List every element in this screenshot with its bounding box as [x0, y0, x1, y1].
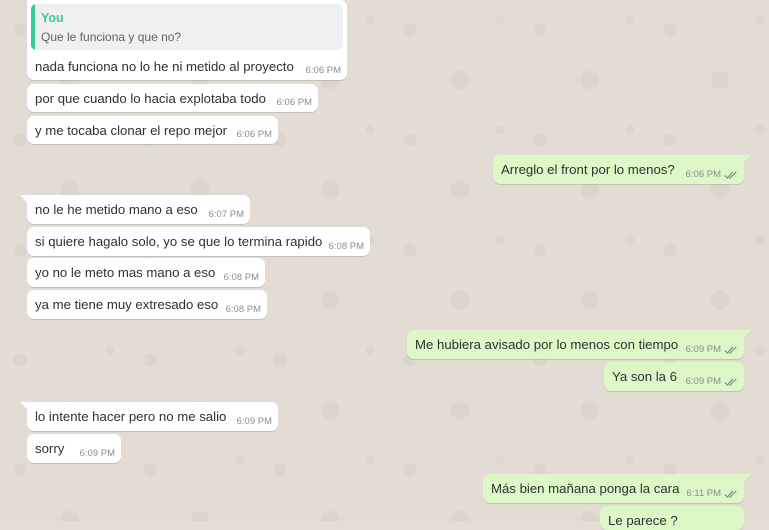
message-incoming[interactable]: y me tocaba clonar el repo mejor 6:06 PM [27, 116, 278, 144]
quote-text: Que le funciona y que no? [41, 30, 182, 44]
message-outgoing[interactable]: Arreglo el front por lo menos? 6:06 PM [493, 155, 751, 184]
message-time: 6:06 PM [236, 129, 272, 140]
double-check-icon [724, 490, 737, 498]
message-text: no le he metido mano a eso [35, 202, 198, 217]
message-time: 6:08 PM [328, 241, 364, 252]
bubble-tail [20, 195, 28, 203]
message-incoming[interactable]: no le he metido mano a eso 6:07 PM [20, 195, 250, 224]
message-time: 6:08 PM [223, 272, 259, 283]
message-incoming[interactable]: si quiere hagalo solo, yo se que lo term… [27, 227, 370, 256]
bubble-tail [743, 330, 751, 338]
double-check-icon [724, 378, 737, 386]
message-text: por que cuando lo hacia explotaba todo [35, 91, 266, 106]
message-text: Más bien mañana ponga la cara [491, 481, 680, 496]
message-time: 6:11 PM [686, 488, 738, 499]
message-text: nada funciona no lo he ni metido al proy… [35, 59, 294, 74]
message-outgoing[interactable]: Le parece ? [600, 506, 744, 530]
bubble-tail [743, 474, 751, 482]
message-incoming[interactable]: ya me tiene muy extresado eso 6:08 PM [27, 290, 267, 319]
bubble-tail [743, 155, 751, 163]
message-text: Me hubiera avisado por lo menos con tiem… [415, 337, 679, 352]
message-time: 6:06 PM [686, 169, 738, 180]
message-text: si quiere hagalo solo, yo se que lo term… [35, 234, 323, 249]
message-time: 6:09 PM [79, 448, 115, 459]
message-text: ya me tiene muy extresado eso [35, 297, 219, 312]
message-outgoing[interactable]: Me hubiera avisado por lo menos con tiem… [407, 330, 751, 359]
message-time: 6:07 PM [208, 209, 244, 220]
message-incoming[interactable]: por que cuando lo hacia explotaba todo 6… [27, 84, 318, 112]
double-check-icon [724, 171, 737, 179]
message-time: 6:06 PM [305, 65, 341, 76]
double-check-icon [724, 346, 737, 354]
message-incoming-reply[interactable]: You Que le funciona y que no? nada funci… [27, 0, 347, 80]
message-text: sorry [35, 441, 65, 456]
message-outgoing[interactable]: Ya son la 6 6:09 PM [604, 362, 744, 391]
message-time: 6:09 PM [236, 416, 272, 427]
message-text: Arreglo el front por lo menos? [501, 162, 675, 177]
quote-accent-bar [31, 4, 35, 50]
message-incoming[interactable]: yo no le meto mas mano a eso 6:08 PM [27, 258, 265, 287]
message-text: yo no le meto mas mano a eso [35, 265, 216, 280]
quote-author: You [41, 11, 64, 25]
message-text: lo intente hacer pero no me salio [35, 409, 227, 424]
message-text: y me tocaba clonar el repo mejor [35, 123, 228, 138]
message-incoming[interactable]: lo intente hacer pero no me salio 6:09 P… [20, 402, 278, 431]
message-outgoing[interactable]: Más bien mañana ponga la cara 6:11 PM [483, 474, 751, 503]
message-time: 6:08 PM [225, 304, 261, 315]
bubble-tail [20, 402, 28, 410]
message-time: 6:09 PM [686, 344, 738, 355]
message-time: 6:09 PM [686, 376, 738, 387]
message-text: Ya son la 6 [612, 369, 678, 384]
quoted-message[interactable]: You Que le funciona y que no? [31, 4, 343, 50]
message-incoming[interactable]: sorry 6:09 PM [27, 434, 121, 463]
message-time: 6:06 PM [276, 97, 312, 108]
